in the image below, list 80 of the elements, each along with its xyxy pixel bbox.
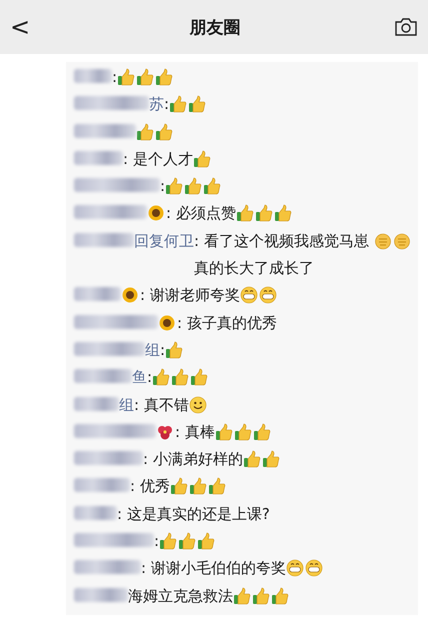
grin-icon — [240, 286, 258, 304]
thumbs-up-icon — [188, 95, 206, 114]
thumbs-up-icon — [171, 368, 190, 386]
smile-icon — [188, 396, 207, 414]
thumbs-up-icon — [252, 422, 271, 441]
commenter-name[interactable]: 苏 — [149, 91, 164, 119]
sunflower-icon — [158, 314, 176, 332]
thumbs-up-icon — [155, 68, 174, 86]
comment-text: : 这是真实的还是上课? — [117, 504, 270, 525]
thumbs-up-icon — [136, 68, 154, 86]
thumbs-up-icon — [262, 450, 280, 468]
back-button[interactable]: < — [4, 13, 36, 41]
thumbs-up-icon — [271, 586, 289, 605]
thumbs-up-icon — [152, 368, 170, 386]
comment-text: : — [160, 176, 166, 198]
camera-button[interactable] — [394, 17, 418, 37]
comment-text: : — [154, 531, 160, 552]
comment-text: : 是个人才 — [123, 148, 193, 170]
thumbs-up-icon — [155, 122, 173, 141]
thumbs-up-icon — [233, 586, 251, 605]
blurred-name — [74, 232, 134, 247]
thumbs-up-icon — [203, 177, 222, 196]
grin-icon — [258, 286, 277, 304]
comment-text: : — [147, 367, 152, 388]
thumbs-up-icon — [190, 368, 208, 386]
comment-text: : 谢谢老师夸奖 — [140, 285, 240, 306]
blurred-name — [74, 124, 136, 138]
thumbs-up-icon — [236, 204, 254, 222]
page-title: 朋友圈 — [188, 16, 242, 38]
comment-text: : 看了这个视频我感觉马崽真的长大了成长了 — [194, 230, 370, 280]
commenter-name[interactable]: 鱼 — [132, 364, 147, 392]
blurred-name — [74, 451, 143, 466]
thumbs-up-icon — [252, 586, 270, 605]
comment-text: : 谢谢小毛伯伯的夸奖 — [141, 558, 286, 580]
thumbs-up-icon — [197, 532, 216, 550]
thumbs-up-icon — [159, 532, 178, 550]
comment-text: : — [160, 340, 166, 361]
thumbs-up-icon — [188, 477, 207, 496]
grin-icon — [304, 559, 323, 578]
thumbs-up-icon — [170, 477, 188, 496]
commenter-name[interactable]: 组 — [119, 392, 134, 419]
reply-target[interactable]: 回复何卫 — [134, 228, 194, 256]
thumbs-up-icon — [208, 477, 226, 496]
comment-text: : — [112, 67, 118, 88]
comment-text: : 真棒 — [175, 422, 215, 443]
thumbs-up-icon — [242, 450, 261, 468]
thumbs-up-icon — [169, 95, 188, 114]
blurred-name — [74, 588, 128, 602]
comment-text: : 小满弟好样的 — [143, 449, 243, 470]
commenter-name[interactable]: 组 — [145, 336, 160, 364]
blurred-name — [74, 150, 123, 165]
thumbs-up-icon — [274, 204, 292, 222]
thumbs-up-icon — [184, 177, 202, 196]
blurred-name — [74, 560, 141, 574]
thumbs-up-icon — [234, 422, 252, 441]
comment-text: : — [164, 94, 170, 116]
blurred-name — [74, 69, 112, 83]
blurred-name — [74, 506, 117, 520]
blurred-name — [74, 369, 132, 384]
thumbs-up-icon — [214, 422, 233, 441]
blurred-name — [74, 342, 145, 356]
comment-text: : 优秀 — [130, 476, 170, 498]
blurred-name — [74, 287, 121, 302]
comment-text: : 孩子真的优秀 — [177, 312, 277, 334]
blurred-name — [74, 396, 119, 411]
comment-text: 海姆立克急救法 — [128, 586, 233, 607]
thumbs-up-icon — [192, 150, 211, 168]
thumbs-up-icon — [136, 122, 154, 141]
sunflower-icon — [121, 286, 139, 304]
blurred-name — [74, 478, 130, 492]
comment-text: : 必须点赞 — [166, 203, 236, 224]
thumbs-up-icon — [178, 532, 196, 550]
grin-icon — [286, 559, 304, 578]
comment-text: : 真不错 — [134, 394, 189, 416]
thumbs-up-icon — [165, 177, 184, 196]
sunflower-icon — [147, 204, 165, 222]
thumbs-up-icon — [117, 68, 136, 86]
camera-icon — [394, 17, 418, 37]
thumbs-up-icon — [165, 340, 184, 359]
thumbs-up-icon — [254, 204, 273, 222]
